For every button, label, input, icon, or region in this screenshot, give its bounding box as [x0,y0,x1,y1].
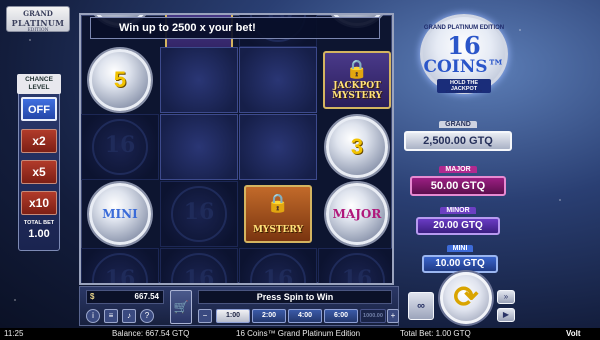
mini-jackpot-label: MINI [446,245,474,252]
menu-icon: ≡ [108,311,114,320]
logo-word: COINS™ [423,57,505,77]
reel-cell-empty [160,47,238,113]
autoplay-icon: ∞ [417,300,425,312]
reel-cell-empty [160,248,238,283]
autoplay-button[interactable]: ∞ [408,292,434,320]
edition-line-3: EDITION [27,28,49,33]
info-button[interactable]: i [86,309,100,323]
reel-cell-empty [239,114,317,180]
reel-cell-empty [239,47,317,113]
bet-minus-button[interactable]: − [198,309,212,323]
spin-button[interactable]: ⟳ [440,272,492,324]
reel-cell: 🔒 MYSTERY [239,181,317,247]
major-jackpot: MAJOR 50.00 GTQ [410,158,506,196]
balance-box: $ 667.54 [86,290,164,304]
logo-tagline: CASH INFINITY™ [445,89,483,94]
mini-coin-label: MINI [102,207,138,221]
bet-option[interactable]: 2:00 [252,309,286,323]
turbo-icon: » [503,292,509,301]
reel-cell-empty [160,181,238,247]
coin-symbol: 3 [326,116,388,178]
status-total-bet: Total Bet: 1.00 GTQ [400,329,471,338]
minor-jackpot: MINOR 20.00 GTQ [416,199,500,235]
bet-plus-button[interactable]: + [387,309,399,323]
total-bet-value: 1.00 [28,228,50,240]
reel-cell-empty [160,114,238,180]
coin-value: 3 [350,134,364,159]
reel-cell-empty [239,248,317,283]
mini-jackpot: MINI 10.00 GTQ [422,237,498,273]
info-icon: i [92,311,94,320]
settings-button[interactable]: ▶ [497,308,515,322]
shopping-cart-icon: 🛒 [173,300,189,314]
lock-icon: 🔒 [345,59,369,79]
minor-jackpot-amount: 20.00 GTQ [416,217,500,235]
status-bar: 11:25 Balance: 667.54 GTQ 16 Coins™ Gran… [0,328,600,340]
reel-cell: 🔒 JACKPOT MYSTERY [318,47,392,113]
reel-cell: 5 [81,47,159,113]
win-banner: Win up to 2500 x your bet! [90,17,380,39]
major-coin-label: MAJOR [332,207,382,221]
coin-symbol: 5 [89,49,151,111]
speaker-icon: ♪ [127,311,131,320]
mystery-card: 🔒 MYSTERY [244,185,312,243]
chance-x5-button[interactable]: x5 [21,160,57,184]
bet-option[interactable]: 4:00 [288,309,322,323]
bet-option[interactable]: 6:00 [324,309,358,323]
chance-off-button[interactable]: OFF [21,97,57,121]
status-message: Press Spin to Win [198,290,392,304]
grand-jackpot: GRAND 2,500.00 GTQ [404,113,512,151]
clock: 11:25 [4,329,24,338]
chance-level-label: CHANCE LEVEL [17,74,61,94]
sound-button[interactable]: ♪ [122,309,136,323]
money-bag-icon: $ [90,292,95,301]
grand-jackpot-amount: 2,500.00 GTQ [404,131,512,151]
help-button[interactable]: ? [140,309,154,323]
spin-arrows-icon: ⟳ [453,281,479,314]
total-bet-label: TOTAL BET [23,220,55,226]
reel-cell-empty [318,248,392,283]
reel-cell: 3 [318,114,392,180]
reel-cell: MAJOR [318,181,392,247]
grand-jackpot-label: GRAND [439,121,477,128]
chance-x10-button[interactable]: x10 [21,191,57,215]
reel-cell-empty [81,248,159,283]
jackpot-mystery-card: 🔒 JACKPOT MYSTERY [323,51,391,109]
settings-icon: ▶ [502,310,510,319]
edition-badge: GRAND PLATINUM EDITION [6,6,70,33]
logo-number: 16 [447,31,481,60]
question-icon: ? [144,311,150,320]
buy-feature-button[interactable]: 🛒 [170,290,192,324]
logo-coin: GRAND PLATINUM EDITION 16 COINS™ HOLD TH… [420,14,508,94]
edition-line-1: GRAND [23,9,53,18]
total-bet-box: TOTAL BET 1.00 [21,220,57,240]
provider-logo: Volt [566,329,581,338]
bet-option[interactable]: 1:00 [216,309,250,323]
chance-level-panel: CHANCE LEVEL OFF x2 x5 x10 TOTAL BET 1.0… [17,74,61,251]
major-jackpot-amount: 50.00 GTQ [410,176,506,196]
balance-value: 667.54 [134,292,159,301]
coin-value: 5 [113,67,127,92]
reel-grid: 2 5 🔒 JACKPOT MYSTERY 3 MINI 🔒 MYSTERY [79,13,394,285]
edition-line-2: PLATINUM [11,18,65,28]
chance-x2-button[interactable]: x2 [21,129,57,153]
status-balance: Balance: 667.54 GTQ [112,329,190,338]
mini-coin-symbol: MINI [89,183,151,245]
control-panel: $ 667.54 🛒 Press Spin to Win i ≡ ♪ ? − 1… [79,286,399,326]
mini-jackpot-amount: 10.00 GTQ [422,255,498,273]
jackpot-mystery-label: JACKPOT MYSTERY [331,81,383,101]
mystery-label: MYSTERY [252,225,304,235]
reel-cell: MINI [81,181,159,247]
status-game-title: 16 Coins™ Grand Platinum Edition [236,329,361,338]
major-jackpot-label: MAJOR [439,166,477,173]
minor-jackpot-label: MINOR [440,207,476,214]
bet-option[interactable]: 1000.00 [360,309,386,323]
major-coin-symbol: MAJOR [326,183,388,245]
turbo-button[interactable]: » [497,290,515,304]
lock-icon: 🔒 [266,193,290,213]
menu-button[interactable]: ≡ [104,309,118,323]
reel-cell-empty [81,114,159,180]
game-logo: GRAND PLATINUM EDITION 16 COINS™ HOLD TH… [412,12,516,96]
